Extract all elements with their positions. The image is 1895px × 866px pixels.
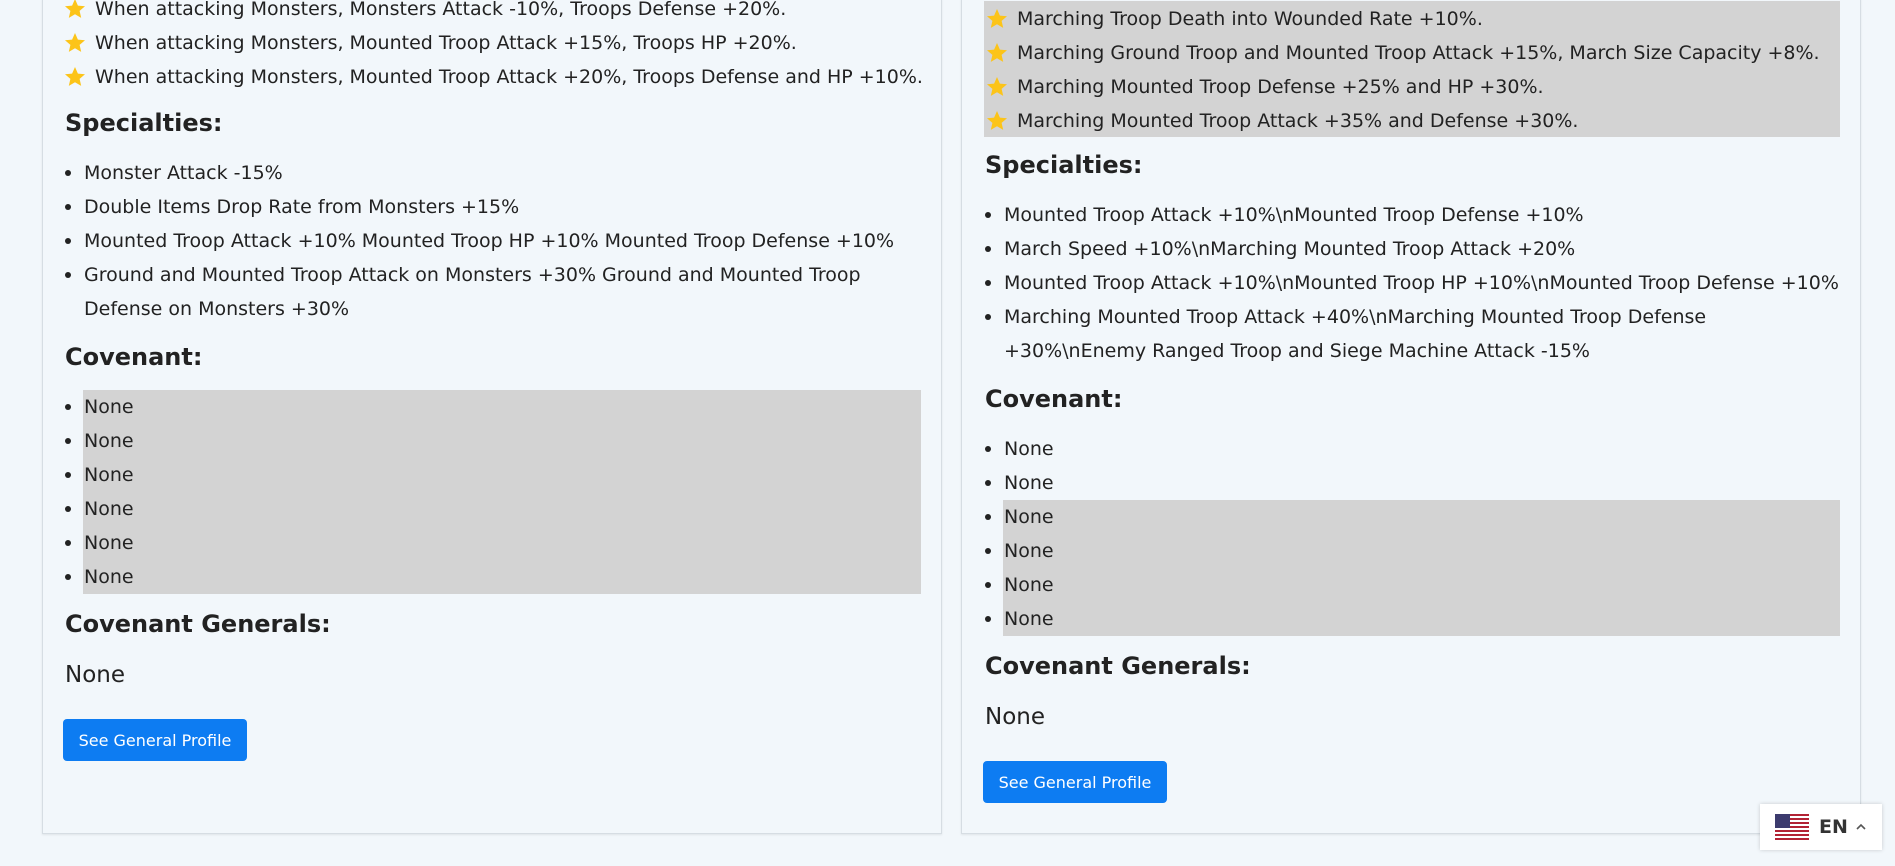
star-icon	[65, 33, 85, 52]
covenant-highlight	[83, 390, 921, 594]
covenant-item: None	[65, 424, 134, 458]
specialty-item: Mounted Troop Attack +10% Mounted Troop …	[65, 224, 924, 258]
star-icon	[65, 0, 85, 18]
star-icon	[987, 9, 1007, 28]
star-bonus-text: Marching Mounted Troop Attack +35% and D…	[1017, 110, 1579, 132]
star-bonus-row: Marching Ground Troop and Mounted Troop …	[985, 36, 1820, 70]
general-card-left: When attacking Monsters, Monsters Attack…	[42, 0, 942, 834]
star-bonus-text: Marching Troop Death into Wounded Rate +…	[1017, 8, 1483, 30]
language-switcher[interactable]: EN	[1760, 804, 1882, 850]
see-general-profile-button[interactable]: See General Profile	[983, 761, 1167, 803]
covenant-generals-value: None	[985, 704, 1046, 730]
star-bonus-row: Marching Mounted Troop Attack +35% and D…	[985, 104, 1578, 138]
star-bonus-text: Marching Ground Troop and Mounted Troop …	[1017, 42, 1820, 64]
covenant-item: None	[65, 458, 134, 492]
star-bonus-text: When attacking Monsters, Mounted Troop A…	[95, 66, 923, 88]
language-code: EN	[1819, 816, 1848, 838]
star-bonus-row: When attacking Monsters, Mounted Troop A…	[63, 26, 797, 60]
star-bonus-text: Marching Mounted Troop Defense +25% and …	[1017, 76, 1544, 98]
specialty-item: Mounted Troop Attack +10%\nMounted Troop…	[985, 198, 1854, 232]
covenant-generals-heading: Covenant Generals:	[985, 652, 1251, 680]
covenant-item: None	[985, 602, 1054, 636]
covenant-highlight	[1003, 500, 1840, 636]
covenant-item: None	[65, 390, 134, 424]
star-bonus-row: Marching Troop Death into Wounded Rate +…	[985, 2, 1483, 36]
specialty-item: March Speed +10%\nMarching Mounted Troop…	[985, 232, 1854, 266]
covenant-item: None	[985, 568, 1054, 602]
star-bonus-row: Marching Mounted Troop Defense +25% and …	[985, 70, 1544, 104]
star-icon	[987, 77, 1007, 96]
covenant-heading: Covenant:	[985, 385, 1123, 413]
specialty-item: Double Items Drop Rate from Monsters +15…	[65, 190, 924, 224]
specialty-item: Monster Attack -15%	[65, 156, 924, 190]
specialties-heading: Specialties:	[65, 109, 223, 137]
specialty-item: Marching Mounted Troop Attack +40%\nMarc…	[985, 300, 1854, 368]
covenant-item: None	[985, 466, 1054, 500]
star-bonus-row: When attacking Monsters, Mounted Troop A…	[63, 60, 923, 94]
star-bonus-text: When attacking Monsters, Mounted Troop A…	[95, 32, 797, 54]
specialties-heading: Specialties:	[985, 151, 1143, 179]
general-card-right: Marching Troop Death into Wounded Rate +…	[961, 0, 1861, 834]
specialty-item: Ground and Mounted Troop Attack on Monst…	[65, 258, 899, 326]
star-bonus-text: When attacking Monsters, Monsters Attack…	[95, 0, 787, 20]
covenant-generals-value: None	[65, 662, 126, 688]
covenant-heading: Covenant:	[65, 343, 203, 371]
us-flag-icon	[1775, 814, 1809, 840]
see-general-profile-button[interactable]: See General Profile	[63, 719, 247, 761]
star-icon	[987, 111, 1007, 130]
covenant-generals-heading: Covenant Generals:	[65, 610, 331, 638]
specialty-item: Mounted Troop Attack +10%\nMounted Troop…	[985, 266, 1854, 300]
covenant-item: None	[65, 492, 134, 526]
chevron-up-icon	[1856, 823, 1866, 830]
star-bonus-row: When attacking Monsters, Monsters Attack…	[63, 0, 786, 26]
covenant-item: None	[65, 526, 134, 560]
covenant-item: None	[65, 560, 134, 594]
covenant-item: None	[985, 500, 1054, 534]
covenant-item: None	[985, 432, 1054, 466]
covenant-item: None	[985, 534, 1054, 568]
star-icon	[65, 67, 85, 86]
star-icon	[987, 43, 1007, 62]
